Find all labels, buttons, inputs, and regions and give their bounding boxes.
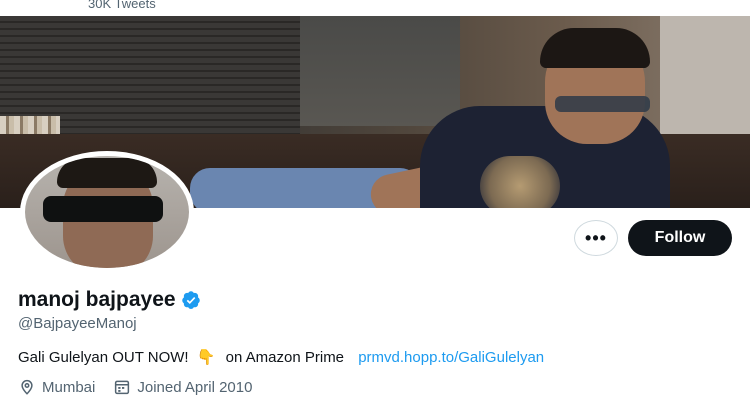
more-icon: ••• [585,227,607,248]
bio-suffix: on Amazon Prime [225,349,345,366]
verified-badge-icon[interactable] [181,290,201,310]
bio-text: Gali Gulelyan OUT NOW! [18,349,189,366]
banner-person-glasses [555,96,650,112]
profile-meta: Mumbai Joined April 2010 [18,378,270,396]
location-pin-icon [21,379,33,395]
joined-text: Joined April 2010 [137,378,253,396]
avatar-sunglasses [43,196,163,222]
banner-window [300,16,460,126]
more-options-button[interactable]: ••• [574,220,618,256]
bio-link[interactable]: prmvd.hopp.to/GaliGulelyan [358,349,544,366]
joined-item: Joined April 2010 [113,378,252,396]
display-name: manoj bajpayee [18,288,176,311]
avatar[interactable] [20,151,194,273]
follow-button[interactable]: Follow [628,220,732,256]
bio: Gali Gulelyan OUT NOW! 👇 on Amazon Prime… [18,348,544,366]
pointing-down-emoji: 👇 [196,349,216,366]
location-text: Mumbai [42,378,96,396]
handle: @BajpayeeManoj [18,315,137,332]
top-bar: 30K Tweets [0,0,750,16]
calendar-icon [115,380,130,395]
avatar-hair [57,158,157,188]
location-item: Mumbai [18,378,95,396]
avatar-photo [25,156,189,268]
banner-person-hair [540,28,650,68]
tweet-count: 30K Tweets [88,0,156,11]
banner-shirt-print [480,156,560,208]
name-row: manoj bajpayee [18,288,201,312]
